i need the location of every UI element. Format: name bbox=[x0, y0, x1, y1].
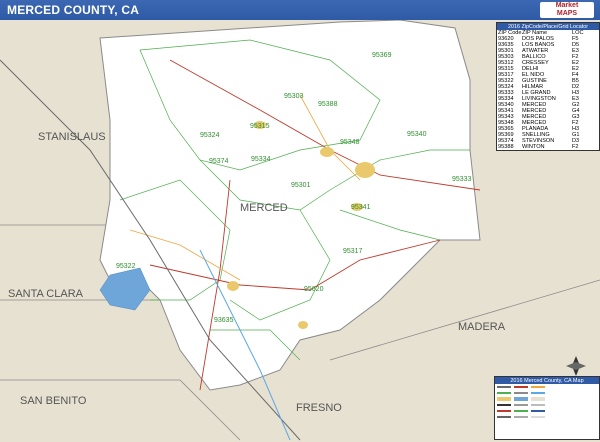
zip-label: 95620 bbox=[304, 286, 324, 293]
zip-table-rows: 93620 DOS PALOS F5 93635 LOS BANOS D5 95301 ATW… bbox=[497, 36, 599, 150]
zip-label: 95340 bbox=[407, 131, 427, 138]
map-title: MERCED COUNTY, CA bbox=[7, 3, 140, 17]
zip-label: 95333 bbox=[452, 176, 472, 183]
zip-label: 95388 bbox=[318, 101, 338, 108]
city-los-banos bbox=[227, 281, 239, 291]
zip-label: 95301 bbox=[291, 182, 311, 189]
brand-line-1: Market bbox=[555, 2, 579, 9]
zip-label: 95334 bbox=[251, 156, 271, 163]
zip-label: 95341 bbox=[351, 204, 371, 211]
zip-label: 95348 bbox=[340, 139, 360, 146]
zip-label: 95315 bbox=[250, 123, 270, 130]
zip-table-header: 2016 ZipCode/Place/Grid Locator bbox=[497, 23, 599, 30]
city-merced bbox=[355, 162, 375, 178]
zip-label: 95322 bbox=[116, 263, 136, 270]
county-label-madera: MADERA bbox=[458, 321, 506, 333]
county-label-fresno: FRESNO bbox=[296, 402, 342, 414]
city-livingston bbox=[320, 147, 334, 157]
county-label-san-benito: SAN BENITO bbox=[20, 395, 87, 407]
legend-title: 2016 Merced County, CA Map bbox=[495, 377, 599, 384]
zip-label: 95324 bbox=[200, 132, 220, 139]
title-bar: MERCED COUNTY, CA Market MAPS bbox=[0, 0, 600, 21]
zip-label: 95303 bbox=[284, 93, 304, 100]
brand-line-2: MAPS bbox=[556, 10, 578, 17]
zip-name-cell: WINTON bbox=[522, 144, 545, 150]
zip-label: 95317 bbox=[343, 248, 363, 255]
county-label-stanislaus: STANISLAUS bbox=[38, 131, 106, 143]
city-dos-palos bbox=[298, 321, 308, 329]
zip-code-cell: 95388 bbox=[498, 144, 514, 150]
zip-locator-table: 2016 ZipCode/Place/Grid Locator ZIP Code… bbox=[496, 22, 600, 151]
zip-table-row: 95388 WINTON F2 bbox=[497, 144, 599, 150]
zip-label: 93635 bbox=[214, 317, 234, 324]
zip-label: 95374 bbox=[209, 158, 229, 165]
zip-label: 95369 bbox=[372, 52, 392, 59]
legend-line bbox=[495, 414, 599, 420]
county-label-merced: MERCED bbox=[240, 202, 288, 214]
brand-logo: Market MAPS bbox=[540, 2, 594, 18]
loc-cell: F2 bbox=[572, 144, 579, 150]
map-legend: 2016 Merced County, CA Map bbox=[494, 376, 600, 440]
county-label-santa-clara: SANTA CLARA bbox=[8, 288, 84, 300]
